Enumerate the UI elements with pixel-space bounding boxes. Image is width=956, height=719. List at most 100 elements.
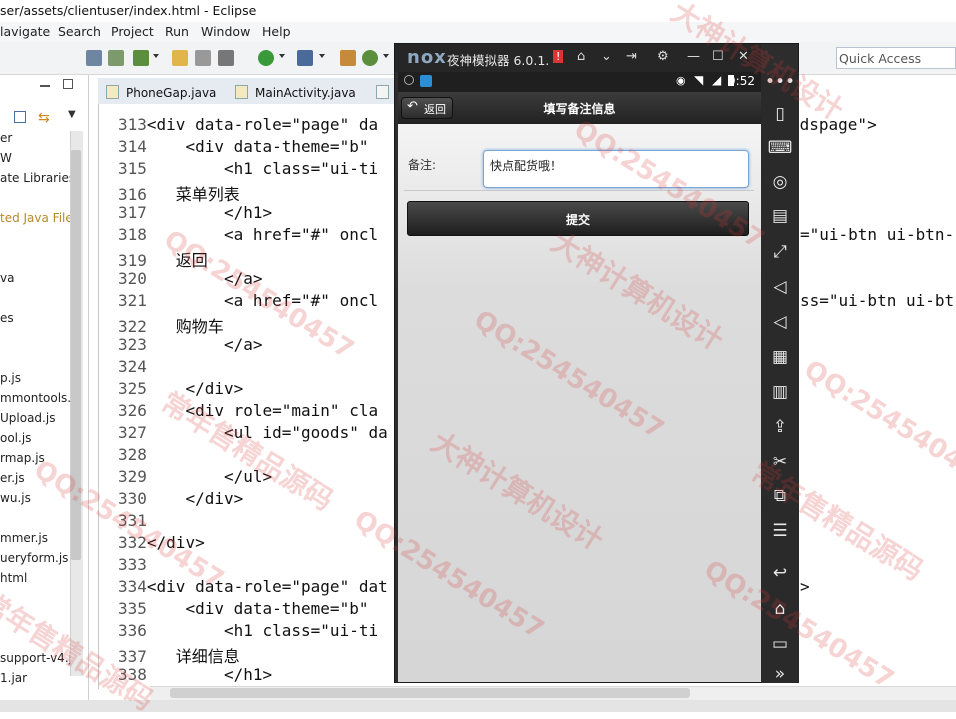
line-number: 327 <box>118 423 147 442</box>
code-text: </h1> <box>146 203 273 222</box>
code-text: 返回 <box>146 251 208 270</box>
explorer-item[interactable]: mmer.js <box>0 531 48 545</box>
explorer-scrollbar-thumb[interactable] <box>71 150 81 560</box>
java-file-icon <box>235 85 248 99</box>
new-file-icon[interactable] <box>172 50 188 66</box>
explorer-item[interactable]: rmap.js <box>0 451 45 465</box>
home-icon[interactable]: ⌂ <box>761 599 799 619</box>
explorer-item[interactable]: Upload.js <box>0 411 55 425</box>
location-icon[interactable]: ◎ <box>761 172 799 192</box>
line-number: 330 <box>118 489 147 508</box>
line-number: 320 <box>118 269 147 288</box>
explorer-item[interactable]: ool.js <box>0 431 31 445</box>
code-text: <div data-role="page" dat <box>146 577 388 596</box>
explorer-item[interactable]: ueryform.js <box>0 551 68 565</box>
explorer-item[interactable]: support-v4.j <box>0 651 72 665</box>
collapse-all-icon[interactable] <box>14 111 26 123</box>
fullscreen-icon[interactable]: ⤢ <box>761 242 799 262</box>
explorer-item[interactable]: mmontools. <box>0 391 71 405</box>
menu-navigate[interactable]: lavigate <box>0 24 50 39</box>
pin-icon[interactable]: ⇥ <box>626 49 637 64</box>
code-line: 316 菜单列表 <box>118 181 240 205</box>
home-icon[interactable]: ⌂ <box>577 49 585 64</box>
code-text: <a href="#" oncl <box>146 225 379 244</box>
window-title: ser/assets/clientuser/index.html - Eclip… <box>0 3 257 18</box>
save-icon[interactable] <box>86 50 102 66</box>
minimize-icon[interactable] <box>40 85 50 87</box>
recent-apps-icon[interactable]: ▭ <box>761 634 799 654</box>
view-menu-icon[interactable]: ▼ <box>68 109 76 120</box>
chevron-down-icon[interactable] <box>279 54 285 58</box>
tab-index-html[interactable] <box>376 82 396 104</box>
explorer-item[interactable]: er.js <box>0 471 25 485</box>
chevron-down-icon[interactable]: ⌄ <box>601 49 612 64</box>
menu-window[interactable]: Window <box>201 24 250 39</box>
menu-project[interactable]: Project <box>111 24 154 39</box>
chevron-down-icon[interactable] <box>319 54 325 58</box>
explorer-item[interactable]: p.js <box>0 371 21 385</box>
tab-label: PhoneGap.java <box>126 86 217 100</box>
explorer-item[interactable]: html <box>0 571 27 585</box>
chevron-down-icon[interactable] <box>153 54 159 58</box>
editor-tab-row: PhoneGap.java MainActivity.java <box>98 78 398 104</box>
editor-scrollbar-thumb[interactable] <box>170 688 690 698</box>
link-editor-icon[interactable]: ⇆ <box>38 110 50 126</box>
debug-icon[interactable] <box>297 50 313 66</box>
explorer-item[interactable]: ate Libraries <box>0 171 75 185</box>
sync-icon <box>404 75 414 85</box>
explorer-item[interactable]: W <box>0 151 12 165</box>
explorer-item[interactable]: wu.js <box>0 491 31 505</box>
refresh-icon[interactable] <box>362 50 378 66</box>
alert-icon[interactable]: ! <box>553 50 564 63</box>
line-number: 319 <box>118 251 147 270</box>
screen-icon[interactable]: ▤ <box>761 206 799 226</box>
keyboard-icon[interactable]: ⌨ <box>761 138 799 158</box>
package-icon[interactable] <box>340 50 356 66</box>
close-icon[interactable]: ✕ <box>738 49 749 64</box>
run-icon[interactable] <box>258 50 274 66</box>
shake-icon[interactable]: ▯ <box>761 104 799 124</box>
menu-run[interactable]: Run <box>165 24 189 39</box>
explorer-item[interactable]: er <box>0 131 12 145</box>
scissors-icon[interactable]: ✂ <box>761 452 799 472</box>
explorer-item[interactable]: es <box>0 311 14 325</box>
back-icon[interactable]: ↩ <box>761 563 799 583</box>
quick-access-placeholder: Quick Access <box>839 51 922 66</box>
volume-up-icon[interactable]: ◁ <box>761 277 799 297</box>
explorer-item[interactable]: 1.jar <box>0 671 27 685</box>
volume-down-icon[interactable]: ◁ <box>761 312 799 332</box>
toolbox-icon[interactable]: ▦ <box>761 347 799 367</box>
android-status-bar: ◉ ◥ ◢ 9:52 <box>398 72 761 92</box>
expand-icon[interactable]: » <box>761 664 799 684</box>
line-number: 328 <box>118 445 147 464</box>
submit-button[interactable]: 提交 <box>407 201 749 236</box>
maximize-icon[interactable]: ☐ <box>712 49 724 64</box>
menu-search[interactable]: Search <box>58 24 101 39</box>
menu-icon[interactable]: ☰ <box>761 521 799 541</box>
code-text: </div> <box>146 533 205 552</box>
tab-phonegap-java[interactable]: PhoneGap.java <box>106 82 226 104</box>
more-icon[interactable]: ••• <box>761 72 799 92</box>
menu-help[interactable]: Help <box>262 24 291 39</box>
explorer-item[interactable]: ted Java File <box>0 211 73 225</box>
checkbox-icon[interactable] <box>133 50 149 66</box>
install-icon[interactable]: ▥ <box>761 382 799 402</box>
minimize-icon[interactable]: — <box>687 49 700 64</box>
maximize-icon[interactable] <box>63 79 73 89</box>
menu-bar: lavigate Search Project Run Window Help <box>0 22 956 42</box>
chevron-down-icon[interactable] <box>383 54 389 58</box>
tab-mainactivity-java[interactable]: MainActivity.java <box>235 82 375 104</box>
code-text: <div role="main" cla <box>146 401 379 420</box>
quick-access-input[interactable]: Quick Access <box>836 47 956 69</box>
settings-icon[interactable]: ⚙ <box>657 49 669 64</box>
line-number: 325 <box>118 379 147 398</box>
note-input[interactable]: 快点配货哦！ <box>483 150 749 188</box>
line-number: 332 <box>118 533 147 552</box>
android-sdk-icon[interactable] <box>108 50 124 66</box>
apk-icon[interactable]: ⇪ <box>761 417 799 437</box>
gear-icon[interactable] <box>218 50 234 66</box>
explorer-item[interactable]: va <box>0 271 14 285</box>
emulator-name: 夜神模拟器 6.0.1. <box>447 53 550 68</box>
tool-icon[interactable] <box>195 50 211 66</box>
multi-window-icon[interactable]: ⧉ <box>761 486 799 506</box>
